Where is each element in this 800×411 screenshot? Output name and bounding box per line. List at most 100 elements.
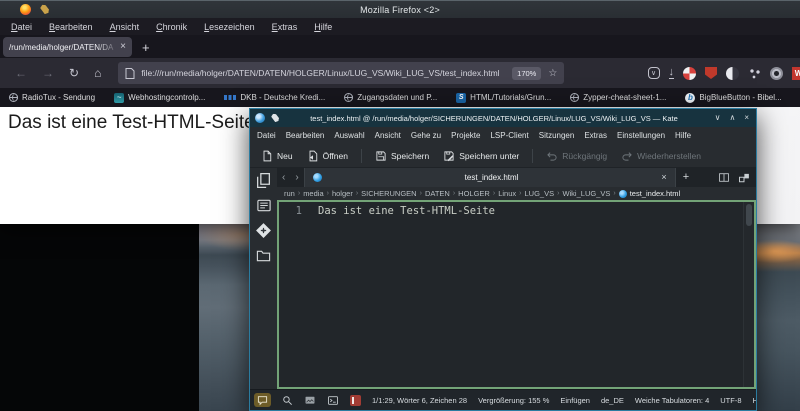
bookmark-zypper[interactable]: Zypper-cheat-sheet-1...	[570, 93, 666, 102]
page-zoom-badge[interactable]: 170%	[512, 66, 542, 80]
minimize-icon[interactable]: ∨	[715, 114, 721, 122]
breadcrumb-item[interactable]: DATEN	[425, 189, 450, 198]
firefox-menu-ansicht[interactable]: Ansicht	[110, 22, 140, 32]
kate-menu-sitzungen[interactable]: Sitzungen	[539, 131, 575, 140]
close-icon[interactable]: ×	[744, 114, 749, 122]
kate-menu-ansicht[interactable]: Ansicht	[375, 131, 401, 140]
extension-dots-icon[interactable]	[748, 66, 761, 80]
breadcrumb-item[interactable]: SICHERUNGEN	[361, 189, 416, 198]
url-text[interactable]: file:///run/media/holger/DATEN/DATEN/HOL…	[141, 68, 512, 78]
pocket-icon[interactable]: ∨	[647, 67, 660, 79]
kate-window: test_index.html @ /run/media/holger/SICH…	[249, 108, 757, 411]
extension-wheel-icon[interactable]	[770, 66, 783, 80]
breadcrumb-item[interactable]: LUG_VS	[524, 189, 554, 198]
undo-button[interactable]: Rückgängig	[540, 148, 613, 164]
new-document-button[interactable]: +	[676, 172, 696, 183]
kate-menu-bearbeiten[interactable]: Bearbeiten	[286, 131, 325, 140]
home-icon[interactable]: ⌂	[94, 67, 101, 79]
firefox-menu-datei[interactable]: Datei	[11, 22, 32, 32]
firefox-menu-extras[interactable]: Extras	[272, 22, 298, 32]
git-icon[interactable]	[255, 222, 272, 239]
output-panel-button[interactable]	[254, 393, 271, 407]
breadcrumb-current[interactable]: test_index.html	[618, 189, 680, 198]
firefox-active-tab[interactable]: /run/media/holger/DATEN/DA ×	[3, 37, 132, 57]
html-file-icon	[618, 189, 627, 198]
kate-tab-bar: ‹ › test_index.html × +	[277, 168, 756, 187]
symbol-list-icon[interactable]	[256, 198, 272, 213]
filesystem-folder-icon[interactable]	[255, 248, 272, 263]
breadcrumb-item[interactable]: run	[284, 189, 295, 198]
darkreader-icon[interactable]	[726, 66, 739, 80]
bookmark-zugangsdaten[interactable]: Zugangsdaten und P...	[344, 93, 437, 102]
text-editor[interactable]: 1 Das ist eine Test-HTML-Seite	[277, 200, 756, 389]
breadcrumb-item[interactable]: media	[303, 189, 323, 198]
bookmark-webhosting[interactable]: ~ Webhostingcontrolp...	[114, 92, 206, 103]
reload-icon[interactable]: ↻	[69, 67, 79, 79]
new-file-button[interactable]: Neu	[255, 148, 299, 164]
save-icon	[376, 150, 386, 161]
kate-menu-projekte[interactable]: Projekte	[451, 131, 480, 140]
insert-mode[interactable]: Einfügen	[560, 396, 590, 405]
tab-history-forward-icon[interactable]: ›	[290, 172, 303, 183]
scrollbar-thumb[interactable]	[746, 204, 752, 226]
tab-close-icon[interactable]: ×	[120, 42, 126, 52]
kate-menu-hilfe[interactable]: Hilfe	[675, 131, 691, 140]
bookmark-label: Webhostingcontrolp...	[128, 93, 206, 102]
bookmark-radiotux[interactable]: RadioTux - Sendung	[9, 93, 95, 102]
maximize-icon[interactable]: ∧	[729, 114, 735, 122]
kate-menu-extras[interactable]: Extras	[584, 131, 607, 140]
undo-icon	[547, 151, 557, 161]
preview-icon[interactable]	[304, 395, 316, 406]
kate-menu-datei[interactable]: Datei	[257, 131, 276, 140]
cursor-position[interactable]: 1/1:29, Wörter 6, Zeichen 28	[372, 396, 467, 405]
kate-menu-auswahl[interactable]: Auswahl	[334, 131, 364, 140]
firefox-menu-lesezeichen[interactable]: Lesezeichen	[204, 22, 255, 32]
breadcrumb-item[interactable]: HOLGER	[458, 189, 490, 198]
bookmark-label: BigBlueButton - Bibel...	[699, 93, 782, 102]
kate-active-tab[interactable]: test_index.html ×	[303, 168, 676, 187]
breadcrumb-item[interactable]: holger	[332, 189, 353, 198]
ublock-shield-icon[interactable]	[705, 67, 717, 79]
forward-icon[interactable]: →	[42, 67, 54, 79]
firefox-menu-chronik[interactable]: Chronik	[156, 22, 187, 32]
syntax-highlighting[interactable]: HTML	[753, 396, 756, 405]
diagnostics-icon[interactable]	[350, 394, 361, 406]
firefox-titlebar[interactable]: Mozilla Firefox <2>	[0, 0, 800, 18]
tab-history-back-icon[interactable]: ‹	[277, 172, 290, 183]
bookmark-star-icon[interactable]: ☆	[548, 68, 557, 79]
split-view-icon[interactable]	[718, 172, 730, 183]
url-bar[interactable]: file:///run/media/holger/DATEN/DATEN/HOL…	[118, 62, 565, 84]
bookmark-selfhtml[interactable]: S HTML/Tutorials/Grun...	[456, 92, 552, 103]
kate-menu-einstellungen[interactable]: Einstellungen	[617, 131, 665, 140]
documents-icon[interactable]	[255, 172, 272, 189]
new-tab-button[interactable]: +	[142, 41, 150, 54]
open-file-button[interactable]: Öffnen	[301, 148, 354, 164]
search-icon[interactable]	[282, 395, 293, 406]
tab-mode[interactable]: Weiche Tabulatoren: 4	[635, 396, 709, 405]
save-button[interactable]: Speichern	[369, 148, 435, 164]
zoom-level[interactable]: Vergrößerung: 155 %	[478, 396, 549, 405]
extension-ball-icon[interactable]	[683, 66, 696, 80]
tab-close-icon[interactable]: ×	[661, 173, 666, 182]
encoding[interactable]: UTF-8	[720, 396, 741, 405]
downloads-icon[interactable]: ↓	[668, 67, 674, 79]
back-icon[interactable]: ←	[15, 67, 27, 79]
bookmark-dkb[interactable]: DKB - Deutsche Kredi...	[224, 93, 325, 102]
wayback-icon[interactable]: W	[792, 66, 800, 80]
bookmark-bigbluebutton[interactable]: b BigBlueButton - Bibel...	[685, 92, 782, 103]
breadcrumb-item[interactable]: Wiki_LUG_VS	[562, 189, 610, 198]
detach-view-icon[interactable]	[738, 172, 750, 184]
terminal-icon[interactable]	[327, 395, 339, 406]
save-as-button[interactable]: Speichern unter	[437, 148, 525, 164]
editor-text[interactable]: Das ist eine Test-HTML-Seite	[309, 202, 495, 387]
kate-menu-gehezu[interactable]: Gehe zu	[411, 131, 441, 140]
firefox-menu-hilfe[interactable]: Hilfe	[314, 22, 332, 32]
kate-titlebar[interactable]: test_index.html @ /run/media/holger/SICH…	[250, 109, 756, 127]
dictionary[interactable]: de_DE	[601, 396, 624, 405]
redo-button[interactable]: Wiederherstellen	[615, 148, 707, 164]
editor-scrollbar[interactable]	[743, 202, 754, 387]
bookmark-label: HTML/Tutorials/Grun...	[470, 93, 552, 102]
firefox-menu-bearbeiten[interactable]: Bearbeiten	[49, 22, 93, 32]
breadcrumb-item[interactable]: Linux	[498, 189, 516, 198]
kate-menu-lspclient[interactable]: LSP-Client	[490, 131, 528, 140]
